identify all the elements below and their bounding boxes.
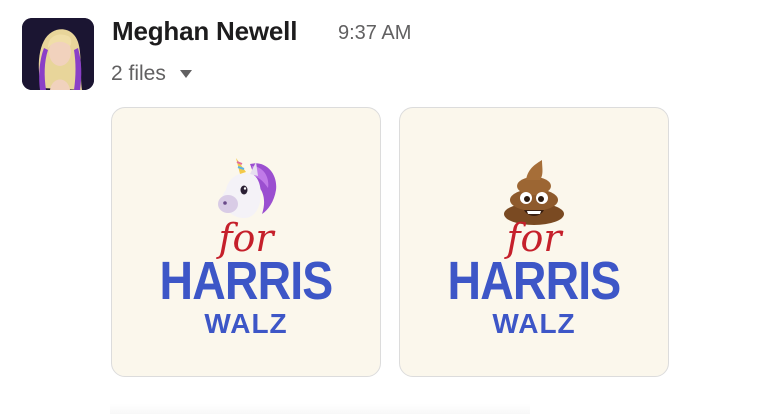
files-count-label: 2 files <box>111 62 166 85</box>
files-toggle[interactable]: 2 files <box>111 62 192 86</box>
walz-text: WALZ <box>204 308 288 339</box>
harris-text: HARRIS <box>447 251 622 311</box>
walz-text: WALZ <box>492 308 576 339</box>
chevron-down-icon <box>179 70 192 78</box>
avatar[interactable] <box>22 18 94 90</box>
sender-name[interactable]: Meghan Newell <box>112 16 297 47</box>
next-message-hint <box>110 404 530 414</box>
message-timestamp[interactable]: 9:37 AM <box>338 22 411 45</box>
harris-text: HARRIS <box>159 251 334 311</box>
avatar-image <box>22 18 94 90</box>
file-attachment-1[interactable]: for HARRIS WALZ <box>111 107 381 377</box>
message: Meghan Newell 9:37 AM 2 files for HARRIS… <box>0 0 782 414</box>
file-attachment-2[interactable]: for HARRIS WALZ <box>399 107 669 377</box>
